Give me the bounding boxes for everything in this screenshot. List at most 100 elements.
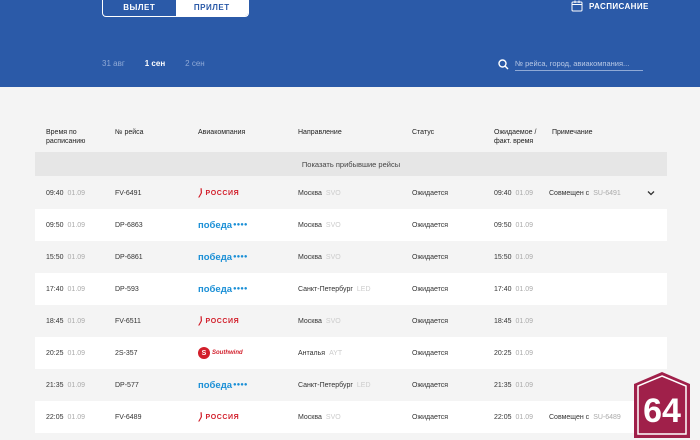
col-status: Статус: [412, 129, 435, 136]
tab-departure[interactable]: ВЫЛЕТ: [103, 0, 176, 16]
city: Санкт-Петербург: [298, 285, 353, 293]
show-arrived-button[interactable]: Показать прибывшие рейсы: [35, 152, 667, 176]
direction-cell: Санкт-Петербург LED: [298, 369, 371, 401]
col-flight: № рейса: [115, 129, 144, 136]
status-cell: Ожидается: [412, 401, 448, 433]
table-row[interactable]: 18:45 01.09 FV-6511 ⟩ РОССИЯ Москва SVO Ожидает…: [35, 305, 667, 337]
expected-time: 18:45: [494, 317, 512, 325]
note-flight-code: SU-6489: [593, 413, 621, 421]
flight-number-cell: FV-6489: [115, 401, 141, 433]
rossiya-logo-text: РОССИЯ: [205, 413, 240, 421]
expected-date: 01.09: [515, 413, 534, 421]
expected-date: 01.09: [515, 253, 534, 261]
chevron-down-icon[interactable]: [647, 189, 655, 197]
expected-time: 15:50: [494, 253, 512, 261]
date-current[interactable]: 1 сен: [145, 59, 165, 68]
sched-date: 01.09: [67, 381, 86, 389]
tab-arrival[interactable]: ПРИЛЕТ: [175, 0, 248, 16]
sched-time-cell: 09:50 01.09: [46, 209, 85, 241]
airline-cell: победа ●●●●: [198, 241, 248, 273]
schedule-link[interactable]: РАСПИСАНИЕ: [571, 0, 649, 12]
direction-tabs: ВЫЛЕТ ПРИЛЕТ: [102, 0, 249, 17]
status-text: Ожидается: [412, 221, 449, 229]
sched-time-cell: 09:40 01.09: [46, 177, 85, 209]
city: Москва: [298, 253, 322, 261]
pobeda-dots-icon: ●●●●: [233, 254, 248, 260]
pobeda-logo-text: победа: [198, 283, 233, 295]
status-text: Ожидается: [412, 189, 449, 197]
flight-number-cell: DP-593: [115, 273, 139, 305]
city: Санкт-Петербург: [298, 381, 353, 389]
flight-number: FV-6489: [115, 413, 142, 421]
airline-cell: победа ●●●●: [198, 209, 248, 241]
flight-number-cell: FV-6491: [115, 177, 141, 209]
date-next[interactable]: 2 сен: [185, 59, 205, 68]
status-text: Ожидается: [412, 349, 449, 357]
southwind-mark-icon: S: [198, 347, 210, 359]
search-box: [498, 57, 643, 71]
city: Москва: [298, 189, 322, 197]
status-cell: Ожидается: [412, 273, 448, 305]
sched-time-cell: 15:50 01.09: [46, 241, 85, 273]
airport-code: SVO: [325, 317, 341, 325]
flight-number: FV-6491: [115, 189, 142, 197]
sched-time: 18:45: [46, 317, 64, 325]
airport-code: LED: [356, 381, 371, 389]
sched-time: 22:05: [46, 413, 64, 421]
flight-number-cell: 2S-357: [115, 337, 138, 369]
direction-cell: Анталья AYT: [298, 337, 342, 369]
expected-time: 22:05: [494, 413, 512, 421]
pobeda-logo-text: победа: [198, 379, 233, 391]
airline-cell: победа ●●●●: [198, 273, 248, 305]
table-row[interactable]: 17:40 01.09 DP-593 победа ●●●● Санкт-Петербур…: [35, 273, 667, 305]
status-text: Ожидается: [412, 285, 449, 293]
table-row[interactable]: 15:50 01.09 DP-6861 победа ●●●● Москва SVO Ожид…: [35, 241, 667, 273]
direction-cell: Санкт-Петербург LED: [298, 273, 371, 305]
rossiya-mark-icon: ⟩: [198, 411, 203, 423]
date-prev[interactable]: 31 авг: [102, 59, 125, 68]
flight-number-cell: DP-6863: [115, 209, 143, 241]
pobeda-logo-text: победа: [198, 251, 233, 263]
airport-code: SVO: [325, 253, 341, 261]
airline-cell: победа ●●●●: [198, 369, 248, 401]
region-64-badge: 64: [634, 372, 690, 438]
rossiya-mark-icon: ⟩: [198, 315, 203, 327]
expected-time-cell: 09:50 01.09: [494, 209, 533, 241]
col-sched-time: Время по расписанию: [46, 129, 86, 145]
table-row[interactable]: 22:05 01.09 FV-6489 ⟩ РОССИЯ Москва SVO Ожидает…: [35, 401, 667, 433]
table-row[interactable]: 20:25 01.09 2S-357 S Southwind Анталья AYT Ожид…: [35, 337, 667, 369]
direction-cell: Москва SVO: [298, 209, 341, 241]
header: ВЫЛЕТ ПРИЛЕТ РАСПИСАНИЕ 31 авг 1 сен 2 с…: [0, 0, 700, 87]
status-text: Ожидается: [412, 381, 449, 389]
search-icon[interactable]: [498, 58, 509, 70]
table-row[interactable]: 09:40 01.09 FV-6491 ⟩ РОССИЯ Москва SVO Ожидает…: [35, 177, 667, 209]
status-text: Ожидается: [412, 253, 449, 261]
note-cell: Совмещен с SU-6489: [549, 401, 621, 433]
pobeda-logo: победа ●●●●: [198, 284, 248, 295]
expected-time: 17:40: [494, 285, 512, 293]
pobeda-dots-icon: ●●●●: [233, 222, 248, 228]
table-row[interactable]: 21:35 01.09 DP-577 победа ●●●● Санкт-Петербур…: [35, 369, 667, 401]
direction-cell: Москва SVO: [298, 401, 341, 433]
expected-date: 01.09: [515, 189, 534, 197]
airport-code: SVO: [325, 221, 341, 229]
pobeda-logo: победа ●●●●: [198, 252, 248, 263]
airport-code: LED: [356, 285, 371, 293]
col-direction: Направление: [298, 129, 342, 136]
city: Анталья: [298, 349, 326, 357]
expected-time-cell: 18:45 01.09: [494, 305, 533, 337]
expected-time-cell: 21:35 01.09: [494, 369, 533, 401]
expected-date: 01.09: [515, 381, 534, 389]
search-input[interactable]: [515, 57, 643, 71]
rossiya-logo: ⟩ РОССИЯ: [198, 188, 239, 199]
status-cell: Ожидается: [412, 369, 448, 401]
direction-cell: Москва SVO: [298, 241, 341, 273]
expected-time-cell: 20:25 01.09: [494, 337, 533, 369]
badge-number: 64: [643, 392, 681, 430]
table-row[interactable]: 09:50 01.09 DP-6863 победа ●●●● Москва SVO Ожид…: [35, 209, 667, 241]
airline-cell: ⟩ РОССИЯ: [198, 177, 239, 209]
sched-time: 15:50: [46, 253, 64, 261]
status-cell: Ожидается: [412, 337, 448, 369]
airline-cell: S Southwind: [198, 337, 243, 369]
expected-time: 09:40: [494, 189, 512, 197]
